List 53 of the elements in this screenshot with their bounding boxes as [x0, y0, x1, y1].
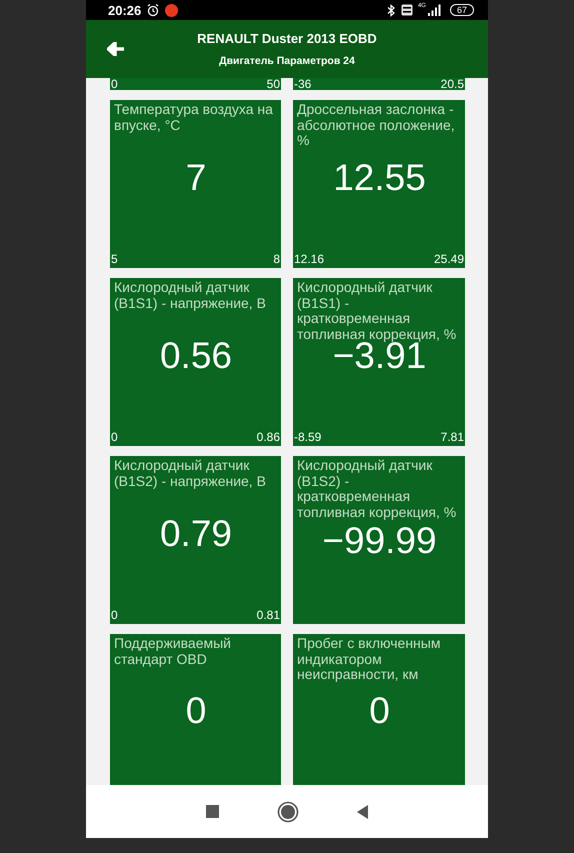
parameter-value: 12.55: [333, 159, 426, 197]
square-icon: [206, 805, 218, 818]
home-button[interactable]: [276, 800, 298, 822]
back-arrow-icon: [107, 42, 125, 56]
signal-icon: [426, 4, 441, 16]
parameter-value: 0: [186, 692, 206, 730]
min-value: 12.16: [294, 252, 324, 266]
parameter-name: Кислородный датчик (B1S2) - напряжение, В: [113, 458, 267, 489]
parameter-name: Кислородный датчик (B1S1) - напряжение, В: [113, 280, 267, 311]
back-nav-button[interactable]: [356, 804, 368, 818]
alarm-icon: [146, 3, 160, 17]
home-circle-icon: [276, 800, 298, 822]
parameter-name: Пробег с включенным индикатором неисправности, км: [296, 636, 442, 682]
max-value: 7.81: [440, 430, 464, 444]
parameter-tile[interactable]: Кислородный датчик (B1S2) - напряжение, В 0.79 0 0.81: [110, 456, 281, 624]
max-value: 25.49: [434, 252, 464, 266]
parameter-value: 0.56: [160, 337, 232, 375]
header-subtitle: Двигатель Параметров 24: [219, 55, 355, 67]
clock-time: 20:26: [108, 2, 142, 18]
parameter-tile[interactable]: Дроссельная заслонка - абсолютное положение, % 12.55 12.16 25.49: [293, 100, 465, 268]
parameter-name: Кислородный датчик (B1S2) - кратковременная топливная коррекция, %: [296, 458, 457, 520]
min-value: -36: [294, 78, 312, 90]
min-value: 0: [111, 608, 118, 622]
recents-button[interactable]: [206, 805, 218, 818]
min-value: -8.59: [294, 430, 322, 444]
parameter-name: Дроссельная заслонка - абсолютное положение, %: [296, 102, 456, 148]
record-dot-icon: [165, 4, 178, 16]
parameter-tile[interactable]: Пробег с включенным индикатором неисправности, км 0: [293, 634, 465, 785]
parameter-value: 0: [369, 692, 390, 730]
battery-level: 67: [450, 4, 474, 16]
parameter-tile[interactable]: Кислородный датчик (B1S1) - напряжение, В 0.56 0 0.86: [110, 278, 281, 446]
back-triangle-icon: [356, 804, 368, 818]
max-value: 0.81: [256, 608, 280, 622]
parameter-tile[interactable]: Температура воздуха на впуске, °C 7 5 8: [110, 100, 281, 268]
min-value: 5: [111, 252, 118, 266]
header-title: RENAULT Duster 2013 EOBD: [197, 31, 377, 46]
max-value: 0.86: [256, 430, 280, 444]
back-button[interactable]: [106, 39, 126, 59]
parameter-tile[interactable]: -36 20.5: [293, 78, 465, 90]
parameter-value: 0.79: [160, 515, 232, 553]
min-value: 0: [111, 78, 118, 90]
parameter-value: 7: [186, 159, 206, 197]
parameter-tile[interactable]: 0 50: [110, 78, 281, 90]
min-value: 0: [111, 430, 118, 444]
max-value: 8: [273, 252, 280, 266]
max-value: 50: [266, 78, 280, 90]
parameter-name: Поддерживаемый стандарт OBD: [113, 636, 232, 667]
parameter-tile[interactable]: Поддерживаемый стандарт OBD 0: [110, 634, 281, 785]
parameter-value: −99.99: [322, 522, 437, 560]
parameter-tile[interactable]: Кислородный датчик (B1S2) - кратковременная топливная коррекция, % −99.99: [293, 456, 465, 624]
max-value: 20.5: [440, 78, 464, 90]
bluetooth-icon: [386, 4, 396, 16]
parameter-name: Температура воздуха на впуске, °C: [113, 102, 273, 133]
